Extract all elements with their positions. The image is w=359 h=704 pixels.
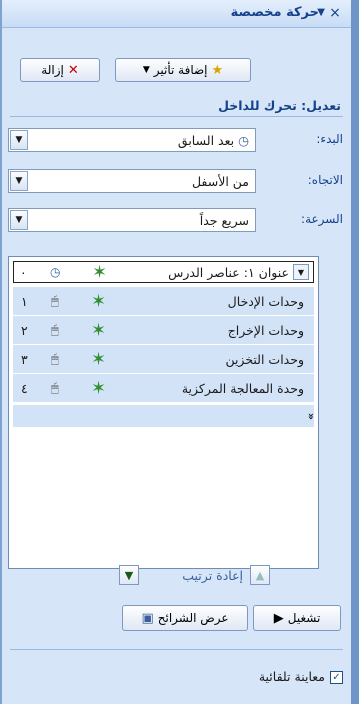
chevron-down-icon[interactable]: ▼: [10, 130, 28, 150]
mouse-icon: 🖱: [51, 380, 59, 396]
animation-list[interactable]: ▼ عنوان ١: عناصر الدرس ✶ ◷ ٠ وحدات الإدخ…: [8, 256, 319, 569]
section-title: تعديل: تحرك للداخل: [218, 98, 341, 113]
mouse-icon: 🖱: [51, 322, 59, 338]
start-value-text: بعد السابق: [177, 132, 235, 148]
clock-icon: ◷: [238, 132, 249, 148]
star-icon: ✶: [92, 261, 108, 283]
star-icon: ✶: [91, 319, 107, 341]
list-item-label: وحدة المعالجة المركزية: [181, 380, 304, 396]
arrow-down-icon: ▼: [124, 568, 134, 582]
list-item-num: ٢: [21, 322, 28, 338]
slideshow-icon: ▣: [141, 610, 154, 626]
add-effect-button[interactable]: ★ إضافة تأثير ▼: [115, 58, 251, 82]
list-item-label: وحدات التخزين: [225, 351, 304, 367]
move-up-button[interactable]: ▲: [250, 565, 270, 585]
chevron-down-icon[interactable]: ▼: [293, 264, 309, 280]
list-item-num: ١: [21, 293, 28, 309]
slideshow-label: عرض الشرائح: [157, 611, 229, 625]
star-icon: ✶: [91, 348, 107, 370]
list-item-label: وحدات الإخراج: [227, 322, 304, 338]
footer-divider: [10, 649, 343, 650]
direction-select[interactable]: من الأسفل ▼: [8, 169, 256, 193]
remove-button[interactable]: ✕ إزالة: [20, 58, 100, 82]
start-label: البدء:: [316, 132, 343, 146]
autopreview-checkbox[interactable]: ✓: [330, 671, 343, 684]
direction-value: من الأسفل: [191, 173, 249, 189]
direction-label: الاتجاه:: [307, 173, 343, 187]
collapse-row[interactable]: »: [13, 405, 317, 427]
start-value: ◷ بعد السابق: [28, 133, 255, 148]
list-item-num: ٤: [21, 380, 28, 396]
speed-value: سريع جداً: [199, 212, 249, 228]
play-icon: ▶: [273, 610, 284, 626]
move-down-button[interactable]: ▼: [119, 565, 139, 585]
reorder-label: إعادة ترتيب: [182, 568, 243, 583]
speed-select[interactable]: سريع جداً ▼: [8, 208, 256, 232]
pane-titlebar: × ▼ حركة مخصصة: [2, 0, 351, 28]
play-label: تشغيل: [287, 611, 321, 625]
play-button[interactable]: تشغيل ▶: [253, 605, 341, 631]
start-select[interactable]: ◷ بعد السابق ▼: [8, 128, 256, 152]
list-header-label: عنوان ١: عناصر الدرس: [168, 264, 289, 280]
arrow-up-icon: ▲: [255, 568, 265, 582]
mouse-icon: 🖱: [51, 293, 59, 309]
remove-icon: ✕: [67, 62, 79, 78]
star-icon: ✶: [91, 377, 107, 399]
pane-content: ★ إضافة تأثير ▼ ✕ إزالة تعديل: تحرك للدا…: [2, 28, 351, 704]
list-item[interactable]: وحدات التخزين ✶ 🖱 ٣: [13, 345, 314, 373]
close-icon[interactable]: ×: [327, 5, 343, 21]
collapse-icon[interactable]: »: [304, 412, 317, 419]
list-item-num: ٣: [21, 351, 28, 367]
add-effect-label: إضافة تأثير: [153, 63, 208, 77]
chevron-down-icon[interactable]: ▼: [10, 210, 28, 230]
list-item[interactable]: وحدة المعالجة المركزية ✶ 🖱 ٤: [13, 374, 314, 402]
chevron-down-icon: ▼: [142, 64, 150, 75]
list-group-header[interactable]: ▼ عنوان ١: عناصر الدرس ✶ ◷ ٠: [13, 261, 314, 283]
speed-label: السرعة:: [301, 212, 343, 226]
autopreview-label: معاينة تلقائية: [258, 669, 325, 684]
clock-icon: ◷: [50, 265, 61, 279]
list-header-num: ٠: [20, 264, 27, 280]
chevron-down-icon[interactable]: ▼: [10, 171, 28, 191]
mouse-icon: 🖱: [51, 351, 59, 367]
remove-label: إزالة: [41, 63, 64, 77]
slideshow-button[interactable]: عرض الشرائح ▣: [122, 605, 248, 631]
list-item[interactable]: وحدات الإخراج ✶ 🖱 ٢: [13, 316, 314, 344]
section-divider: [10, 116, 343, 117]
pane-title: حركة مخصصة: [230, 5, 319, 20]
star-icon: ★: [211, 62, 224, 78]
star-icon: ✶: [91, 290, 107, 312]
list-item[interactable]: وحدات الإدخال ✶ 🖱 ١: [13, 287, 314, 315]
list-item-label: وحدات الإدخال: [227, 293, 304, 309]
